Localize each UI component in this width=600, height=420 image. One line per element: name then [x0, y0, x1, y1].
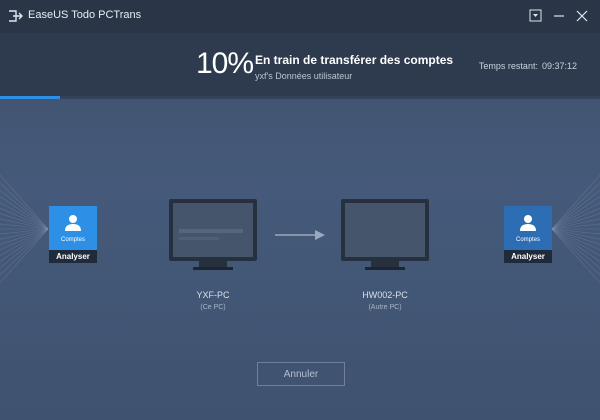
- source-account-tile[interactable]: Comptes: [49, 206, 97, 250]
- background-ray: [551, 196, 600, 230]
- progress-header: 10% En train de transférer des comptes y…: [0, 33, 600, 96]
- background-ray: [0, 196, 49, 230]
- source-pc-name: YXF-PC: [196, 290, 230, 300]
- source-pc-subtitle: (Ce PC): [200, 304, 226, 311]
- background-ray: [0, 174, 49, 230]
- background-ray: [551, 228, 600, 284]
- background-ray: [551, 189, 600, 230]
- user-icon: [520, 215, 536, 231]
- pctrans-logo-icon: [9, 10, 23, 22]
- target-analyze-button[interactable]: Analyser: [504, 250, 552, 263]
- arrow-right-icon: [275, 230, 325, 240]
- background-ray: [0, 228, 49, 269]
- download-icon[interactable]: [528, 8, 544, 24]
- progress-percent: 10%: [196, 47, 254, 80]
- time-remaining: Temps restant: 09:37:12: [479, 61, 581, 71]
- minimize-icon[interactable]: [551, 8, 567, 24]
- background-ray: [0, 189, 49, 230]
- target-account-card[interactable]: Comptes Analyser: [504, 206, 552, 263]
- source-account-card[interactable]: Comptes Analyser: [49, 206, 97, 263]
- background-ray: [551, 228, 600, 269]
- background-ray: [0, 228, 49, 284]
- app-window: EaseUS Todo PCTrans 10% En train de tran…: [0, 0, 600, 420]
- title-bar: EaseUS Todo PCTrans: [0, 0, 600, 33]
- time-remaining-label: Temps restant:: [478, 61, 538, 71]
- target-pc-name: HW002-PC: [362, 290, 408, 300]
- background-ray: [551, 228, 600, 262]
- source-pc-monitor-icon: [169, 199, 257, 270]
- source-account-label: Comptes: [60, 237, 85, 243]
- background-ray: [551, 174, 600, 230]
- target-account-label: Comptes: [515, 237, 540, 243]
- user-icon: [65, 215, 81, 231]
- target-pc-subtitle: (Autre PC): [368, 304, 402, 311]
- target-account-tile[interactable]: Comptes: [504, 206, 552, 250]
- background-ray: [0, 228, 49, 262]
- status-subtitle: yxf's Données utilisateur: [255, 71, 353, 81]
- status-title: En train de transférer des comptes: [255, 53, 454, 67]
- close-icon[interactable]: [574, 8, 590, 24]
- time-remaining-value: 09:37:12: [541, 61, 577, 71]
- target-pc-monitor-icon: [341, 199, 429, 270]
- window-title: EaseUS Todo PCTrans: [28, 9, 142, 21]
- source-analyze-button[interactable]: Analyser: [49, 250, 97, 263]
- cancel-button[interactable]: Annuler: [257, 362, 345, 386]
